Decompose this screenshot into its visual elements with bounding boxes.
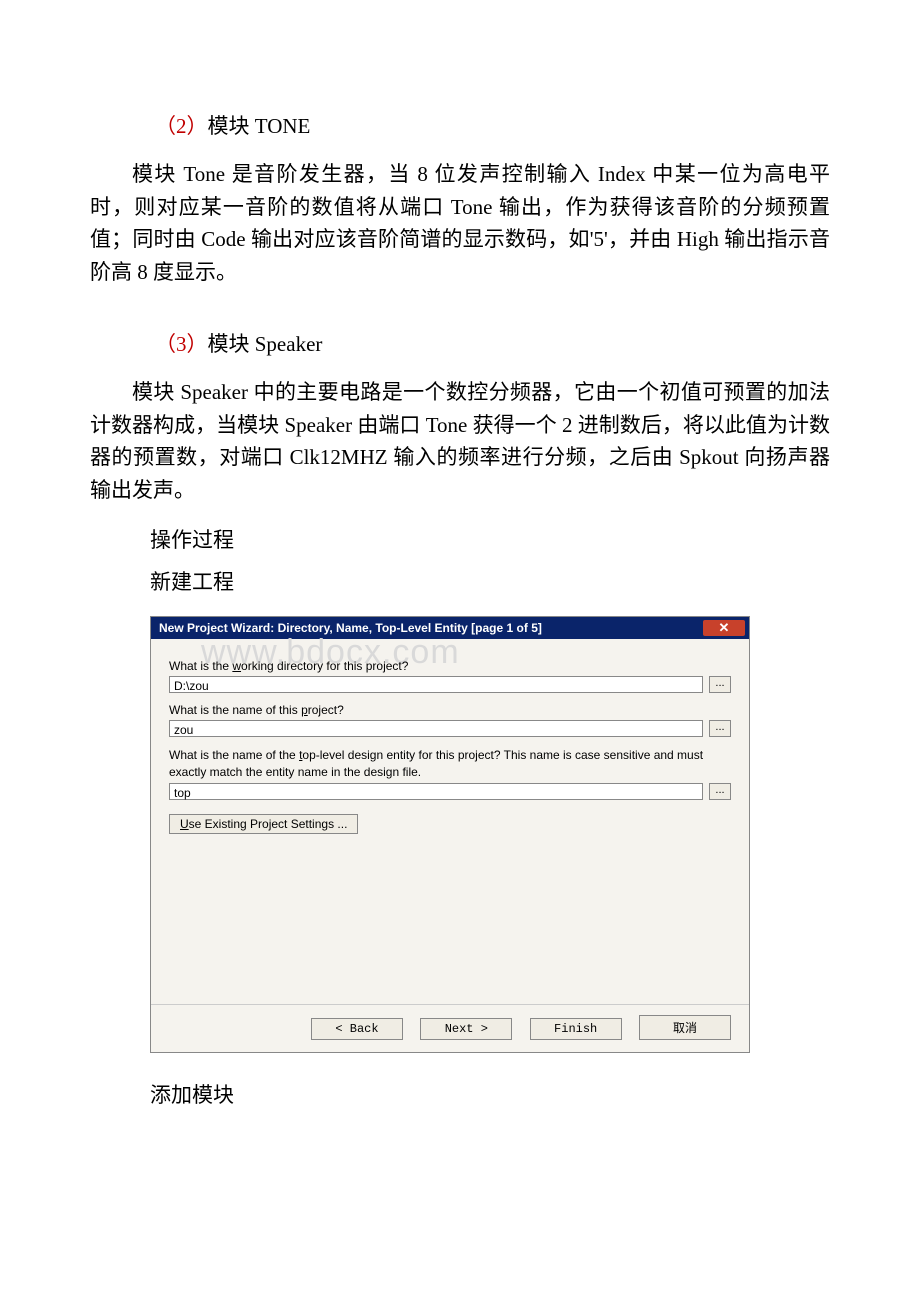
dialog-title: New Project Wizard: Directory, Name, Top… (159, 617, 542, 639)
use-existing-settings-button[interactable]: Use Existing Project Settings ... (169, 814, 358, 834)
section-2-title-en: TONE (255, 114, 311, 138)
browse-directory-button[interactable]: ... (709, 676, 731, 693)
working-directory-input[interactable]: D:\zou (169, 676, 703, 693)
finish-button[interactable]: Finish (530, 1018, 622, 1040)
section-2-prefix: （2） (155, 114, 208, 138)
add-module-label: 添加模块 (150, 1079, 830, 1109)
section-3-title-cn: 模块 (208, 332, 255, 356)
section-3-title-en: Speaker (255, 332, 323, 356)
back-button[interactable]: < Back (311, 1018, 403, 1040)
section-2-title-cn: 模块 (208, 114, 255, 138)
cancel-button[interactable]: 取消 (639, 1015, 731, 1040)
next-button[interactable]: Next > (420, 1018, 512, 1040)
section-3-prefix: （3） (155, 332, 208, 356)
operation-process-label: 操作过程 (150, 524, 830, 554)
new-project-label: 新建工程 (150, 566, 830, 596)
section-3-paragraph: 模块 Speaker 中的主要电路是一个数控分频器，它由一个初值可预置的加法计数… (90, 376, 830, 506)
section-2-heading: （2）模块 TONE (155, 110, 830, 140)
dialog-button-row: < Back Next > Finish 取消 (151, 1004, 749, 1052)
new-project-wizard-dialog: New Project Wizard: Directory, Name, Top… (150, 616, 750, 1052)
section-3-heading: （3）模块 Speaker (155, 328, 830, 358)
top-level-entity-label: What is the name of the top-level design… (169, 747, 731, 779)
dialog-titlebar: New Project Wizard: Directory, Name, Top… (151, 617, 749, 639)
project-name-input[interactable]: zou (169, 720, 703, 737)
project-name-label: What is the name of this project? (169, 703, 731, 717)
browse-name-button[interactable]: ... (709, 720, 731, 737)
working-directory-label: What is the working directory for this p… (169, 659, 731, 673)
close-button[interactable]: ✕ (703, 620, 745, 636)
top-level-entity-input[interactable]: top (169, 783, 703, 800)
browse-entity-button[interactable]: ... (709, 783, 731, 800)
section-2-paragraph: 模块 Tone 是音阶发生器，当 8 位发声控制输入 Index 中某一位为高电… (90, 158, 830, 288)
